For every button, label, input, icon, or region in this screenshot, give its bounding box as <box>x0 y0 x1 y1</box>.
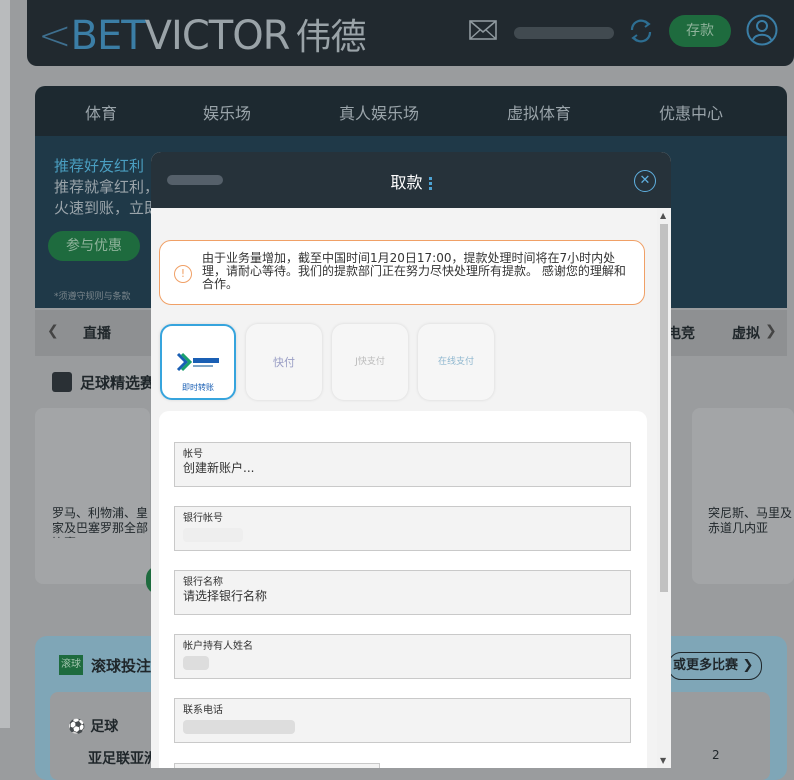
mail-icon[interactable] <box>469 20 497 40</box>
next-field[interactable] <box>174 763 380 768</box>
more-games-label: 或更多比赛 <box>673 658 739 673</box>
payment-kuaifu[interactable]: 快付 <box>246 324 322 400</box>
nav-item-promotions[interactable]: 优惠中心 <box>659 100 723 124</box>
lightning-icon <box>52 372 72 392</box>
payment-jkuai[interactable]: J快支付 <box>332 324 408 400</box>
field-value: 创建新账户... <box>183 461 255 475</box>
match-card-left-text: 罗马、利物浦、皇家及巴塞罗那全部比赛 <box>52 506 149 538</box>
main-nav: 体育 娱乐场 真人娱乐场 虚拟体育 优惠中心 <box>35 86 787 136</box>
notice-text: 由于业务量增加，截至中国时间1月20日17:00，提款处理时间将在7小时内处理，… <box>202 251 626 291</box>
withdraw-form: 帐号 创建新账户... 银行帐号 银行名称 请选择银行名称 帐户持有人姓名 联系… <box>159 411 647 768</box>
modal-title: 取款 <box>151 169 671 193</box>
user-profile-icon[interactable] <box>746 14 778 46</box>
tabs-next-icon[interactable]: ❯ <box>765 323 777 339</box>
deposit-button[interactable]: 存款 <box>669 15 731 47</box>
field-value-blurred <box>183 656 209 670</box>
withdraw-modal: 取款 ✕ ! 由于业务量增加，截至中国时间1月20日17:00，提款处理时间将在… <box>151 152 671 768</box>
field-label: 联系电话 <box>183 705 223 716</box>
match-card-left[interactable] <box>35 408 150 584</box>
notice-box: ! 由于业务量增加，截至中国时间1月20日17:00，提款处理时间将在7小时内处… <box>159 240 645 305</box>
nav-item-virtual-sports[interactable]: 虚拟体育 <box>507 100 571 124</box>
logo-victor: VICTOR <box>144 13 291 59</box>
close-icon[interactable]: ✕ <box>634 170 656 192</box>
payment-online[interactable]: 在线支付 <box>418 324 494 400</box>
terms-note[interactable]: *须遵守规则与条款 <box>54 289 131 302</box>
alert-icon: ! <box>174 265 192 283</box>
hero-subtitle: 推荐就拿红利，火速到账，立即 <box>54 178 160 217</box>
tab-live[interactable]: 直播 <box>83 323 111 343</box>
tabs-prev-icon[interactable]: ❮ <box>47 323 59 339</box>
field-label: 银行帐号 <box>183 513 223 524</box>
payment-label: 在线支付 <box>437 357 474 367</box>
more-games-button[interactable]: 或更多比赛 ❯ <box>668 652 762 680</box>
match-card-right[interactable] <box>692 408 794 584</box>
tab-esports[interactable]: 电竞 <box>667 323 695 343</box>
logo-cn: 伟德 <box>295 17 366 58</box>
page-scrollbar[interactable] <box>0 0 10 728</box>
betvictor-logo[interactable]: <BETVICTOR 伟德 <box>38 8 367 60</box>
menu-dots-icon[interactable] <box>428 175 432 192</box>
payment-label: J快支付 <box>355 357 385 367</box>
nav-item-sports[interactable]: 体育 <box>85 100 117 124</box>
phone-field[interactable]: 联系电话 <box>174 698 631 743</box>
bank-name-select[interactable]: 银行名称 请选择银行名称 <box>174 570 631 615</box>
scroll-down-icon[interactable]: ▼ <box>660 756 666 765</box>
field-label: 银行名称 <box>183 577 223 588</box>
account-balance-blurred <box>514 27 614 39</box>
instant-transfer-logo-icon <box>176 352 219 372</box>
refresh-icon[interactable] <box>628 18 654 44</box>
sport-football-label: 足球 <box>90 719 119 735</box>
payment-label: 即时转账 <box>182 383 214 392</box>
modal-scrollbar[interactable]: ▲ ▼ <box>657 208 671 768</box>
league-count: 2 <box>712 748 720 762</box>
live-title: 滚球投注 <box>91 657 152 675</box>
field-value-blurred <box>183 528 243 542</box>
modal-header: 取款 ✕ <box>151 152 671 208</box>
tab-virtual[interactable]: 虚拟 <box>732 323 760 343</box>
logo-bet: BET <box>70 13 146 59</box>
field-label: 帐号 <box>183 449 203 460</box>
back-chevron-icon[interactable]: < <box>38 13 72 59</box>
account-select[interactable]: 帐号 创建新账户... <box>174 442 631 487</box>
league-name[interactable]: 亚足联亚洲 <box>88 748 158 768</box>
field-value-blurred <box>183 720 295 734</box>
account-holder-field[interactable]: 帐户持有人姓名 <box>174 634 631 679</box>
field-value: 请选择银行名称 <box>183 589 268 603</box>
field-label: 帐户持有人姓名 <box>183 641 253 652</box>
live-badge: 滚球 <box>59 655 83 675</box>
bank-account-field[interactable]: 银行帐号 <box>174 506 631 551</box>
payment-instant-transfer[interactable]: 即时转账 <box>160 324 236 400</box>
scroll-up-icon[interactable]: ▲ <box>660 211 666 220</box>
modal-title-text: 取款 <box>390 173 423 192</box>
match-card-right-text: 突尼斯、马里及赤道几内亚 <box>708 506 793 535</box>
scroll-thumb[interactable] <box>660 224 668 592</box>
join-promo-button[interactable]: 参与优惠 <box>48 231 140 261</box>
sport-football[interactable]: ⚽ 足球 <box>68 716 118 736</box>
nav-item-casino[interactable]: 娱乐场 <box>203 100 251 124</box>
hero-title: 推荐好友红利 <box>54 157 145 175</box>
payment-label: 快付 <box>273 356 295 369</box>
nav-item-live-casino[interactable]: 真人娱乐场 <box>339 100 419 124</box>
section-title: 足球精选赛 <box>80 374 156 392</box>
